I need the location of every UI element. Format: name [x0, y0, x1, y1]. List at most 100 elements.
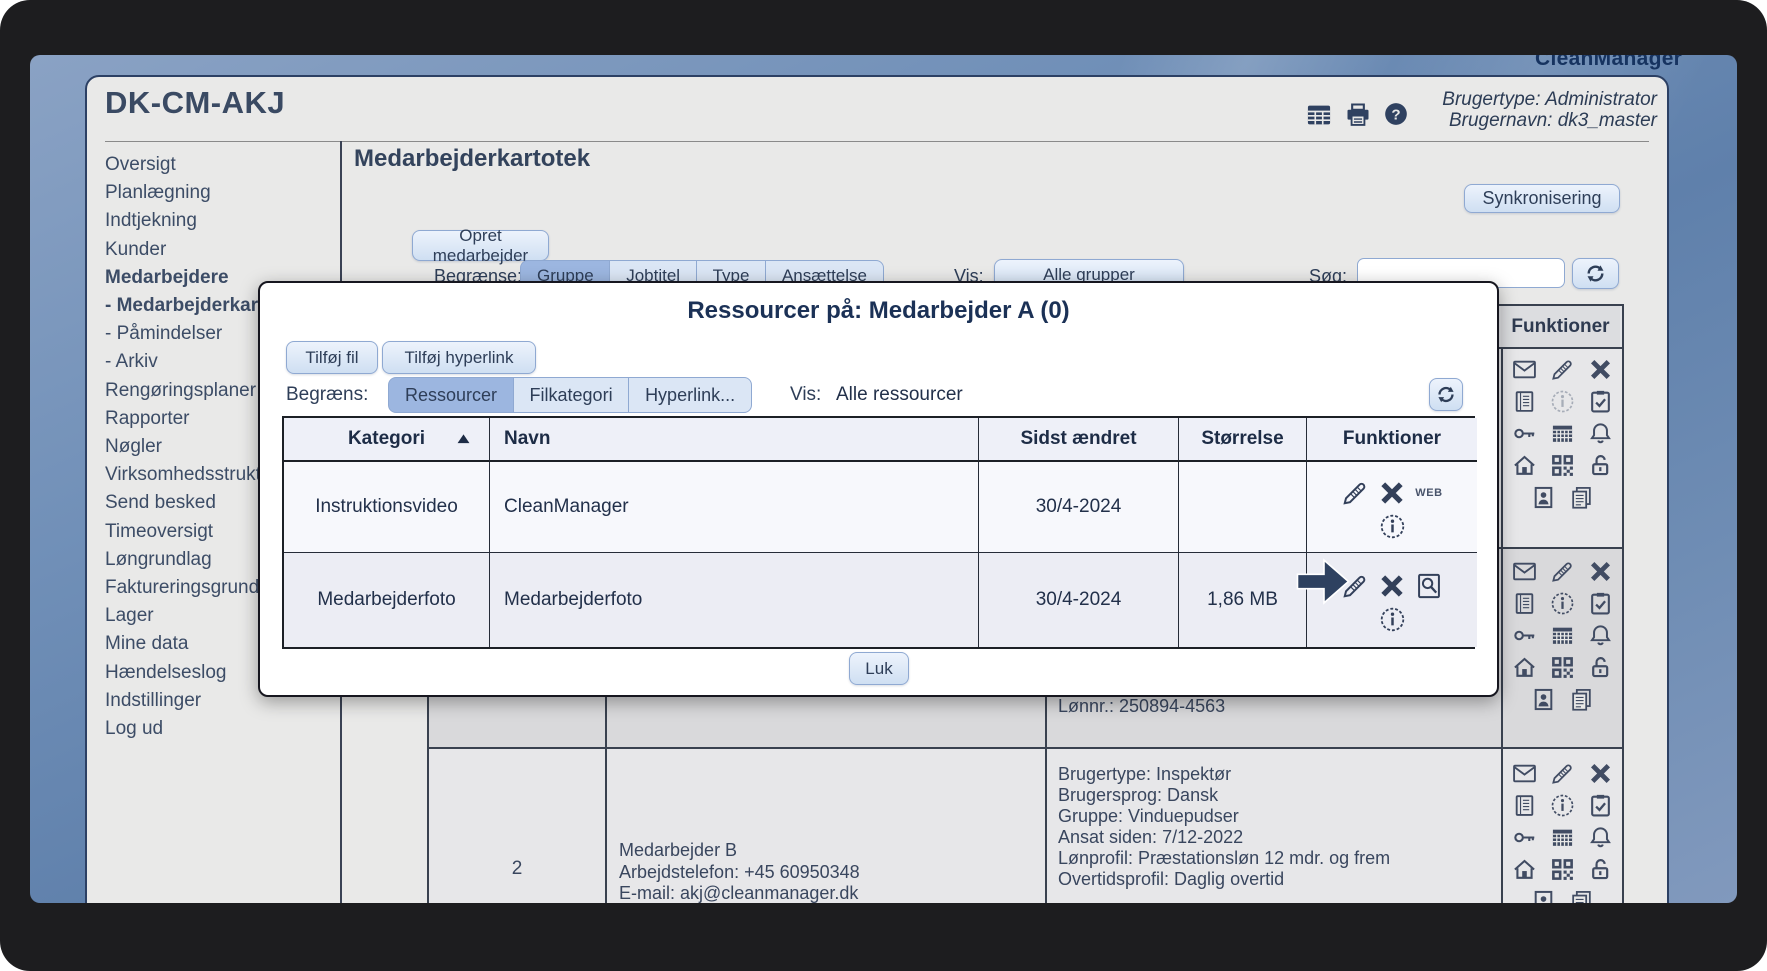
column-header[interactable]: Størrelse: [1179, 418, 1307, 462]
documents-icon[interactable]: [1569, 687, 1594, 712]
reminder-icon[interactable]: [1588, 825, 1613, 850]
reminder-icon[interactable]: [1588, 421, 1613, 446]
sidebar-item[interactable]: Log ud: [105, 715, 340, 743]
funktioner-icon-row: [1506, 559, 1618, 584]
create-employee-button[interactable]: Opret medarbejder: [412, 230, 549, 261]
segment-button[interactable]: Filkategori: [513, 377, 630, 413]
table-cell: 1,86 MB: [1179, 553, 1307, 647]
log-icon[interactable]: [1512, 591, 1537, 616]
keys-icon[interactable]: [1512, 825, 1537, 850]
delete-icon[interactable]: [1588, 761, 1613, 786]
info-icon[interactable]: [1379, 606, 1406, 633]
funktioner-icon-row: [1506, 761, 1618, 786]
tasks-icon[interactable]: [1588, 389, 1613, 414]
resources-dialog: Ressourcer på: Medarbejder A (0) Tilføj …: [258, 281, 1499, 697]
photo-icon[interactable]: [1531, 485, 1556, 510]
keys-icon[interactable]: [1512, 623, 1537, 648]
detail-line: Gruppe: Vinduepudser: [1058, 806, 1390, 827]
help-icon[interactable]: [1383, 101, 1409, 127]
funktioner-icon-row: [1506, 357, 1618, 382]
send-message-icon[interactable]: [1512, 761, 1537, 786]
info-icon[interactable]: [1379, 513, 1406, 540]
column-divider: [1501, 306, 1503, 903]
send-message-icon[interactable]: [1512, 559, 1537, 584]
screen-frame: CleanManager DK-CM-AKJ Brugertype: Admin…: [0, 0, 1767, 971]
printer-icon[interactable]: [1344, 101, 1372, 129]
qr-code-icon[interactable]: [1550, 453, 1575, 478]
qr-code-icon[interactable]: [1550, 857, 1575, 882]
log-icon[interactable]: [1512, 389, 1537, 414]
funktioner-icon-row: [1506, 623, 1618, 648]
lock-icon[interactable]: [1588, 453, 1613, 478]
table-grid-icon[interactable]: [1305, 101, 1333, 129]
tasks-icon[interactable]: [1588, 591, 1613, 616]
lock-icon[interactable]: [1588, 655, 1613, 680]
delete-icon[interactable]: [1378, 479, 1406, 507]
refresh-button[interactable]: [1429, 378, 1463, 411]
address-icon[interactable]: [1512, 655, 1537, 680]
address-icon[interactable]: [1512, 453, 1537, 478]
table-cell: Instruktionsvideo: [284, 462, 490, 553]
funktioner-icon-row: [1506, 453, 1618, 478]
user-name: Brugernavn: dk3_master: [1442, 110, 1657, 131]
delete-icon[interactable]: [1588, 559, 1613, 584]
photo-icon[interactable]: [1531, 687, 1556, 712]
funktioner-icon-row: [1506, 825, 1618, 850]
close-button[interactable]: Luk: [849, 652, 909, 685]
table-row: [429, 749, 1622, 903]
refresh-button[interactable]: [1572, 258, 1619, 289]
employee-number: 2: [429, 858, 605, 880]
table-cell: CleanManager: [490, 462, 979, 553]
keys-icon[interactable]: [1512, 421, 1537, 446]
table-cell: Medarbejderfoto: [490, 553, 979, 647]
synchronize-button[interactable]: Synkronisering: [1464, 184, 1620, 213]
sidebar-item[interactable]: Oversigt: [105, 151, 340, 179]
row-actions: [1341, 572, 1443, 600]
documents-icon[interactable]: [1569, 889, 1594, 903]
view-value[interactable]: Alle ressourcer: [836, 384, 963, 406]
calendar-icon[interactable]: [1550, 825, 1575, 850]
photo-icon[interactable]: [1531, 889, 1556, 903]
column-header[interactable]: Navn: [490, 418, 979, 462]
delete-icon[interactable]: [1378, 572, 1406, 600]
column-header[interactable]: Sidst ændret: [979, 418, 1179, 462]
preview-icon[interactable]: [1415, 572, 1443, 600]
documents-icon[interactable]: [1569, 485, 1594, 510]
table-cell: [1179, 462, 1307, 553]
edit-icon[interactable]: [1550, 761, 1575, 786]
calendar-icon[interactable]: [1550, 623, 1575, 648]
funktioner-icon-row: [1506, 889, 1618, 903]
funktioner-icon-row: [1506, 655, 1618, 680]
web-link[interactable]: WEB: [1415, 487, 1442, 499]
send-message-icon[interactable]: [1512, 357, 1537, 382]
delete-icon[interactable]: [1588, 357, 1613, 382]
detail-line: Lønprofil: Præstationsløn 12 mdr. og fre…: [1058, 848, 1390, 869]
edit-icon[interactable]: [1341, 479, 1369, 507]
header-divider: [105, 141, 1649, 142]
edit-icon[interactable]: [1550, 357, 1575, 382]
address-icon[interactable]: [1512, 857, 1537, 882]
column-header[interactable]: Kategori: [284, 418, 490, 462]
reminder-icon[interactable]: [1588, 623, 1613, 648]
info-icon[interactable]: [1550, 591, 1575, 616]
table-cell: 30/4-2024: [979, 462, 1179, 553]
info-icon[interactable]: [1550, 389, 1575, 414]
contact-line: Arbejdstelefon: +45 60950348: [619, 862, 860, 884]
segment-button[interactable]: Hyperlink...: [628, 377, 752, 413]
column-header[interactable]: Funktioner: [1307, 418, 1477, 462]
contact-line: E-mail: akj@cleanmanager.dk: [619, 883, 860, 903]
log-icon[interactable]: [1512, 793, 1537, 818]
add-file-button[interactable]: Tilføj fil: [286, 341, 378, 374]
sidebar-item[interactable]: Planlægning: [105, 179, 340, 207]
tasks-icon[interactable]: [1588, 793, 1613, 818]
sidebar-item[interactable]: Kunder: [105, 236, 340, 264]
sidebar-item[interactable]: Indtjekning: [105, 207, 340, 235]
sort-asc-icon[interactable]: [454, 430, 473, 449]
qr-code-icon[interactable]: [1550, 655, 1575, 680]
add-hyperlink-button[interactable]: Tilføj hyperlink: [382, 341, 536, 374]
info-icon[interactable]: [1550, 793, 1575, 818]
lock-icon[interactable]: [1588, 857, 1613, 882]
segment-button[interactable]: Ressourcer: [388, 377, 514, 413]
edit-icon[interactable]: [1550, 559, 1575, 584]
calendar-icon[interactable]: [1550, 421, 1575, 446]
